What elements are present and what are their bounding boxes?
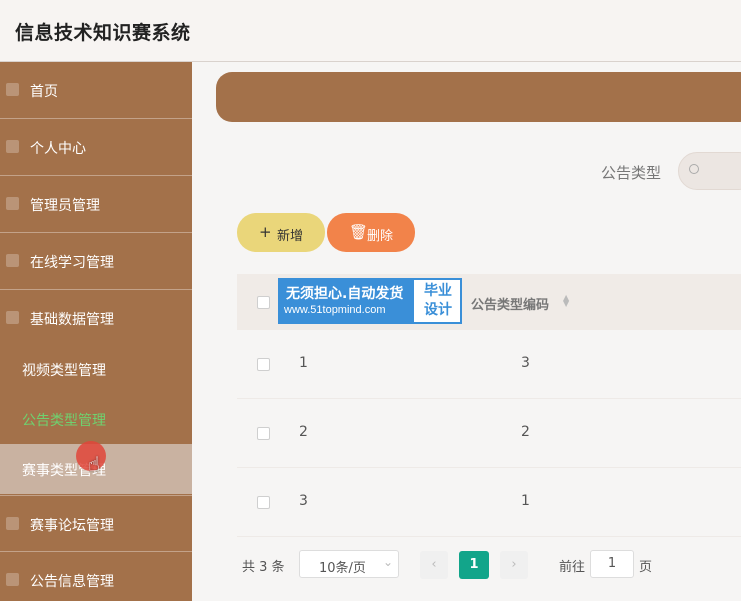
watermark-badge: 无须担心.自动发货 www.51topmind.com 毕业设计 xyxy=(278,278,462,324)
search-icon xyxy=(689,164,699,174)
main-content: 公告类型 + 新增 🗑 删除 公告类型编码 ▲ ▼ 1 3 2 2 3 1 共 … xyxy=(192,62,741,601)
table-row: 1 3 xyxy=(237,330,741,399)
pagination-total: 共 3 条 xyxy=(242,560,285,575)
page-size-select[interactable]: 10条/页 ⌄ xyxy=(299,550,399,578)
user-icon xyxy=(6,140,19,153)
row-checkbox[interactable] xyxy=(257,496,270,509)
sidebar-item-label: 公告信息管理 xyxy=(30,574,114,590)
page-number-active[interactable]: 1 xyxy=(459,551,489,579)
row-checkbox[interactable] xyxy=(257,358,270,371)
table-row: 2 2 xyxy=(237,399,741,468)
row-code: 1 xyxy=(521,493,530,509)
chevron-down-icon: ⌄ xyxy=(383,555,394,569)
prev-page-button[interactable]: ‹ xyxy=(420,551,448,579)
row-code: 2 xyxy=(521,424,530,440)
sidebar-item-forum[interactable]: 赛事论坛管理 xyxy=(0,495,192,552)
column-header-code[interactable]: 公告类型编码 xyxy=(471,294,549,313)
page-size-value: 10条/页 xyxy=(319,561,366,576)
sidebar-item-label: 首页 xyxy=(30,84,58,100)
delete-button[interactable]: 🗑 删除 xyxy=(327,213,415,252)
sidebar-item-label: 个人中心 xyxy=(30,141,86,157)
sort-icon[interactable]: ▲ ▼ xyxy=(563,294,569,308)
trash-icon: 🗑 xyxy=(349,223,369,241)
sidebar-subitem-notice-type[interactable]: 公告类型管理 xyxy=(0,394,192,444)
add-button-label: 新增 xyxy=(277,229,304,244)
sidebar-item-label: 在线学习管理 xyxy=(30,255,114,271)
select-all-checkbox[interactable] xyxy=(257,296,270,309)
add-button[interactable]: + 新增 xyxy=(237,213,325,252)
sidebar-item-admin[interactable]: 管理员管理 xyxy=(0,176,192,233)
pagination: 共 3 条 10条/页 ⌄ ‹ 1 › 前往 1 页 xyxy=(237,549,737,579)
watermark-line1: 无须担心.自动发货 xyxy=(286,286,404,302)
forum-icon xyxy=(6,517,19,530)
sidebar-item-label: 管理员管理 xyxy=(30,198,100,214)
row-index: 3 xyxy=(299,493,308,509)
plus-icon: + xyxy=(259,223,272,241)
notice-icon xyxy=(6,573,19,586)
sidebar-subitem-label: 公告类型管理 xyxy=(22,413,106,429)
sidebar-subitem-video-type[interactable]: 视频类型管理 xyxy=(0,344,192,394)
watermark-line2: www.51topmind.com xyxy=(284,304,386,316)
goto-label: 前往 xyxy=(559,560,586,575)
row-checkbox[interactable] xyxy=(257,427,270,440)
home-icon xyxy=(6,83,19,96)
watermark-badge-text: 毕业设计 xyxy=(424,283,452,318)
sidebar-item-notice[interactable]: 公告信息管理 xyxy=(0,552,192,601)
delete-button-label: 删除 xyxy=(367,229,394,244)
table-row: 3 1 xyxy=(237,468,741,537)
key-icon xyxy=(6,197,19,210)
row-code: 3 xyxy=(521,355,530,371)
sidebar-item-label: 基础数据管理 xyxy=(30,312,114,328)
header-banner xyxy=(216,72,741,122)
grid-icon xyxy=(6,311,19,324)
sidebar-item-learning[interactable]: 在线学习管理 xyxy=(0,233,192,290)
row-index: 1 xyxy=(299,355,308,371)
page-suffix: 页 xyxy=(639,560,653,575)
sidebar: 首页 个人中心 管理员管理 在线学习管理 基础数据管理 视频类型管理 公告类型管… xyxy=(0,62,192,601)
sidebar-item-basic-data[interactable]: 基础数据管理 xyxy=(0,290,192,347)
row-index: 2 xyxy=(299,424,308,440)
sidebar-item-home[interactable]: 首页 xyxy=(0,62,192,119)
sidebar-item-profile[interactable]: 个人中心 xyxy=(0,119,192,176)
next-page-button[interactable]: › xyxy=(500,551,528,579)
filter-label: 公告类型 xyxy=(601,164,662,182)
hand-cursor-icon: ☝ xyxy=(88,452,101,476)
watermark-left-panel: 无须担心.自动发货 www.51topmind.com xyxy=(280,280,414,322)
sidebar-item-label: 赛事论坛管理 xyxy=(30,518,114,534)
goto-page-input[interactable]: 1 xyxy=(590,550,634,578)
notice-type-search-input[interactable] xyxy=(678,152,741,190)
top-bar: 信息技术知识赛系统 xyxy=(0,0,741,62)
book-icon xyxy=(6,254,19,267)
app-title: 信息技术知识赛系统 xyxy=(15,22,191,44)
sidebar-subitem-label: 视频类型管理 xyxy=(22,363,106,379)
